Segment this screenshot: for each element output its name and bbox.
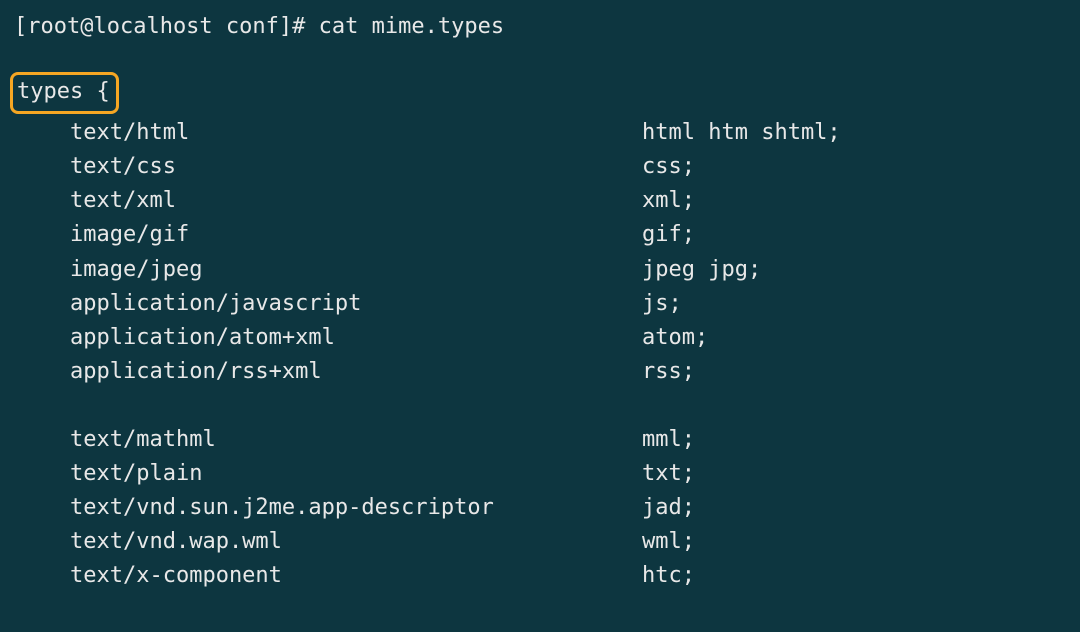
- mime-extensions: atom;: [642, 321, 1066, 355]
- mime-type: text/html: [70, 116, 642, 150]
- mime-type: text/vnd.sun.j2me.app-descriptor: [70, 491, 642, 525]
- mime-row: application/rss+xmlrss;: [70, 355, 1066, 389]
- mime-type: text/mathml: [70, 423, 642, 457]
- mime-row: text/htmlhtml htm shtml;: [70, 116, 1066, 150]
- mime-extensions: wml;: [642, 525, 1066, 559]
- mime-row: image/jpegjpeg jpg;: [70, 253, 1066, 287]
- mime-type: text/xml: [70, 184, 642, 218]
- mime-row: text/vnd.sun.j2me.app-descriptorjad;: [70, 491, 1066, 525]
- mime-extensions: js;: [642, 287, 1066, 321]
- mime-extensions: jpeg jpg;: [642, 253, 1066, 287]
- mime-type: application/atom+xml: [70, 321, 642, 355]
- mime-type: application/rss+xml: [70, 355, 642, 389]
- types-keyword-highlight: types {: [10, 72, 119, 114]
- mime-extensions: rss;: [642, 355, 1066, 389]
- mime-extensions: txt;: [642, 457, 1066, 491]
- mime-row: text/x-componenthtc;: [70, 559, 1066, 593]
- mime-row: application/atom+xmlatom;: [70, 321, 1066, 355]
- mime-extensions: xml;: [642, 184, 1066, 218]
- mime-row: text/plaintxt;: [70, 457, 1066, 491]
- mime-type: image/gif: [70, 218, 642, 252]
- blank-line: [14, 389, 1066, 423]
- mime-row: text/vnd.wap.wmlwml;: [70, 525, 1066, 559]
- mime-extensions: html htm shtml;: [642, 116, 1066, 150]
- mime-type: application/javascript: [70, 287, 642, 321]
- mime-row: application/javascriptjs;: [70, 287, 1066, 321]
- mime-row: text/xmlxml;: [70, 184, 1066, 218]
- mime-extensions: mml;: [642, 423, 1066, 457]
- mime-row: text/mathmlmml;: [70, 423, 1066, 457]
- mime-extensions: jad;: [642, 491, 1066, 525]
- mime-list-group-2: text/mathmlmml;text/plaintxt;text/vnd.su…: [14, 423, 1066, 593]
- mime-type: text/vnd.wap.wml: [70, 525, 642, 559]
- mime-extensions: css;: [642, 150, 1066, 184]
- mime-type: text/plain: [70, 457, 642, 491]
- mime-type: text/x-component: [70, 559, 642, 593]
- mime-row: text/csscss;: [70, 150, 1066, 184]
- types-block-open: types {: [14, 72, 1066, 116]
- mime-extensions: htc;: [642, 559, 1066, 593]
- mime-list-group-1: text/htmlhtml htm shtml;text/csscss;text…: [14, 116, 1066, 389]
- mime-type: image/jpeg: [70, 253, 642, 287]
- shell-prompt-line: [root@localhost conf]# cat mime.types: [14, 10, 1066, 44]
- shell-prompt-text: [root@localhost conf]# cat mime.types: [14, 14, 504, 39]
- mime-extensions: gif;: [642, 218, 1066, 252]
- mime-type: text/css: [70, 150, 642, 184]
- mime-row: image/gifgif;: [70, 218, 1066, 252]
